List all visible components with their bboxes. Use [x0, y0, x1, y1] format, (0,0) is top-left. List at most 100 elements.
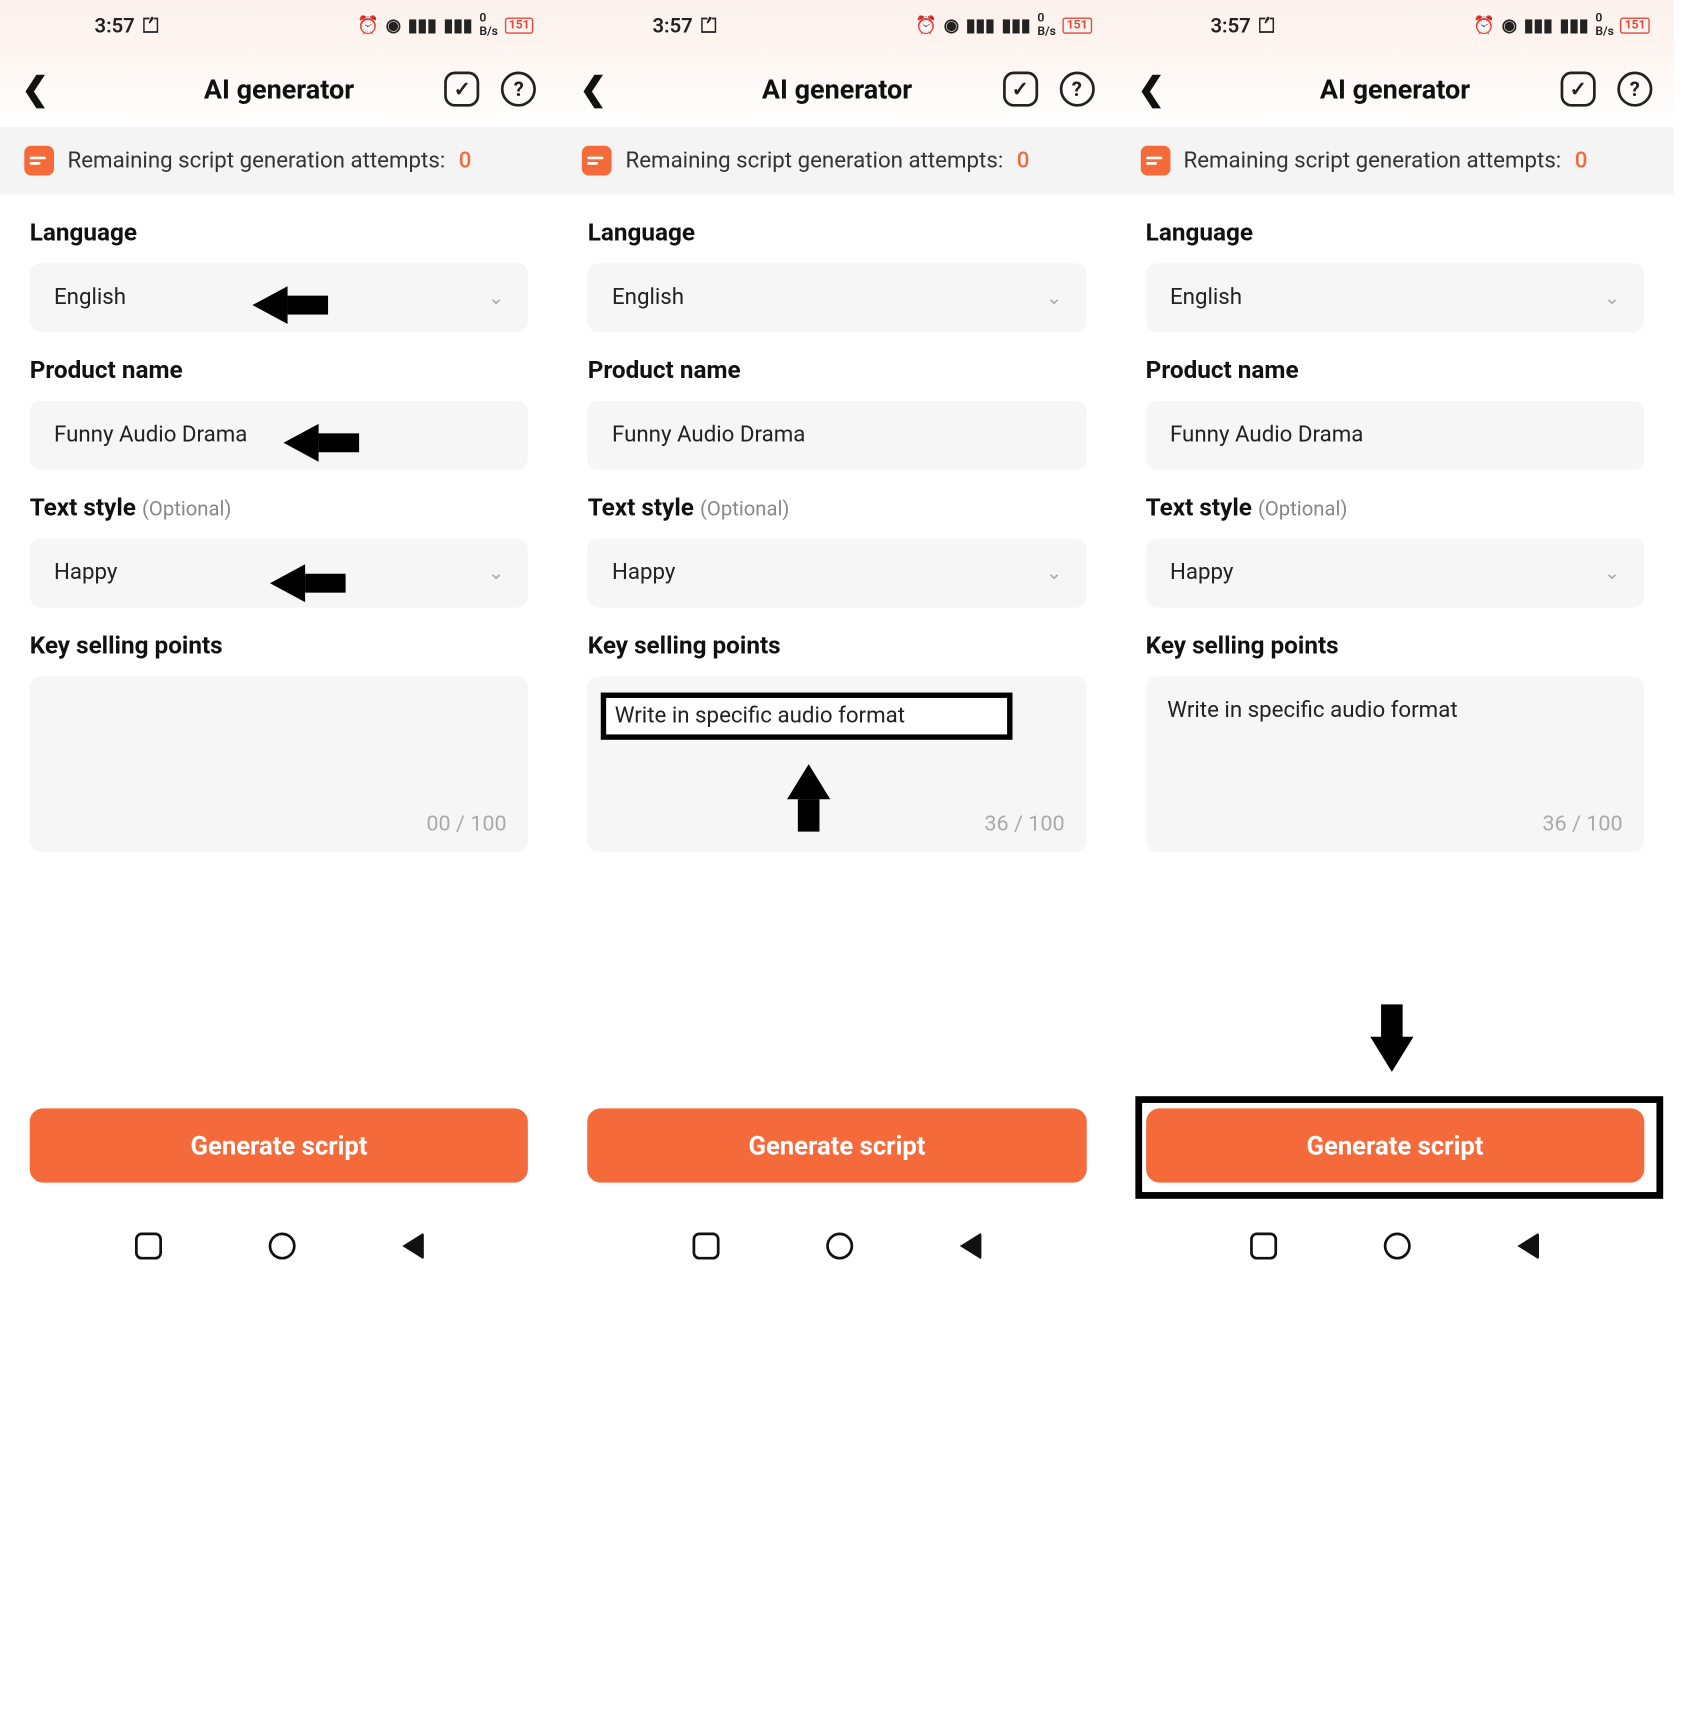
language-label: Language	[30, 219, 529, 247]
signal-icon: ▮▮▮	[966, 16, 995, 36]
style-label: Text style (Optional)	[30, 494, 529, 522]
back-button[interactable]: ❮	[1138, 70, 1165, 108]
language-select[interactable]: English ⌄	[588, 263, 1087, 332]
nav-back-button[interactable]	[1518, 1233, 1540, 1260]
battery-icon: 151	[1063, 18, 1092, 34]
language-label: Language	[588, 219, 1087, 247]
product-input[interactable]: Funny Audio Drama	[30, 401, 529, 470]
product-label: Product name	[30, 356, 529, 384]
generate-button[interactable]: Generate script	[588, 1108, 1087, 1182]
generate-button[interactable]: Generate script	[30, 1108, 529, 1182]
ticket-icon[interactable]: ✓	[445, 72, 480, 107]
system-nav	[1116, 1215, 1674, 1277]
product-value: Funny Audio Drama	[54, 423, 247, 449]
system-nav	[558, 1215, 1116, 1277]
signal2-icon: ▮▮▮	[1002, 16, 1031, 36]
style-value: Happy	[1170, 560, 1233, 586]
status-time: 3:57	[1210, 14, 1250, 38]
ksp-content	[51, 698, 506, 793]
attempts-banner: Remaining script generation attempts: 0	[1116, 127, 1674, 195]
help-icon[interactable]: ?	[1617, 72, 1652, 107]
annotation-arrow-generate	[1370, 1037, 1413, 1072]
screen-3: 3:57⏍ ⏰ ◉ ▮▮▮ ▮▮▮ 0B/s 151 ❮ AI generato…	[1116, 0, 1674, 1277]
ticket-icon[interactable]: ✓	[1003, 72, 1038, 107]
chevron-down-icon: ⌄	[488, 287, 504, 309]
attempts-banner: Remaining script generation attempts: 0	[0, 127, 558, 195]
net-speed: 0B/s	[1595, 12, 1614, 39]
chevron-down-icon: ⌄	[1046, 287, 1062, 309]
ksp-textarea[interactable]: 00 / 100	[30, 676, 529, 852]
chevron-down-icon: ⌄	[1046, 562, 1062, 584]
product-label: Product name	[1146, 356, 1645, 384]
system-nav	[0, 1215, 558, 1277]
recent-apps-button[interactable]	[1250, 1233, 1277, 1260]
ksp-label: Key selling points	[588, 632, 1087, 660]
banner-text: Remaining script generation attempts:	[1183, 148, 1561, 174]
ksp-content: Write in specific audio format	[1167, 698, 1622, 793]
battery-icon: 151	[1621, 18, 1650, 34]
alarm-icon: ⏰	[915, 16, 937, 36]
wifi-icon: ◉	[944, 16, 959, 36]
language-value: English	[1170, 285, 1242, 311]
signal2-icon: ▮▮▮	[444, 16, 473, 36]
product-value: Funny Audio Drama	[1170, 423, 1363, 449]
wifi-icon: ◉	[386, 16, 401, 36]
status-sync-icon: ⏍	[1259, 14, 1274, 38]
ksp-textarea[interactable]: Write in specific audio format 36 / 100	[588, 676, 1087, 852]
status-bar: 3:57⏍ ⏰ ◉ ▮▮▮ ▮▮▮ 0B/s 151	[0, 0, 558, 51]
app-header: ❮ AI generator ✓ ?	[1116, 51, 1674, 127]
style-value: Happy	[54, 560, 117, 586]
annotation-arrow-product	[284, 424, 319, 462]
status-icons: ⏰ ◉ ▮▮▮ ▮▮▮ 0B/s 151	[915, 12, 1091, 39]
ksp-content: Write in specific audio format	[609, 698, 1064, 793]
annotation-arrow-ksp	[787, 764, 830, 799]
product-label: Product name	[588, 356, 1087, 384]
chevron-down-icon: ⌄	[488, 562, 504, 584]
recent-apps-button[interactable]	[692, 1233, 719, 1260]
char-counter: 36 / 100	[1542, 810, 1622, 836]
status-time: 3:57	[95, 14, 135, 38]
language-value: English	[612, 285, 684, 311]
generate-button[interactable]: Generate script	[1146, 1108, 1645, 1182]
nav-back-button[interactable]	[960, 1233, 982, 1260]
ksp-label: Key selling points	[1146, 632, 1645, 660]
language-select[interactable]: English ⌄	[1146, 263, 1645, 332]
script-icon	[24, 146, 54, 176]
back-button[interactable]: ❮	[580, 70, 607, 108]
ksp-textarea[interactable]: Write in specific audio format 36 / 100	[1146, 676, 1645, 852]
attempts-count: 0	[1017, 148, 1030, 174]
status-icons: ⏰ ◉ ▮▮▮ ▮▮▮ 0B/s 151	[357, 12, 533, 39]
status-sync-icon: ⏍	[701, 14, 716, 38]
ksp-highlight: Write in specific audio format	[601, 693, 1013, 740]
app-header: ❮ AI generator ✓ ?	[0, 51, 558, 127]
annotation-arrow-style	[270, 564, 305, 602]
status-bar: 3:57⏍ ⏰ ◉ ▮▮▮ ▮▮▮ 0B/s 151	[558, 0, 1116, 51]
script-icon	[1140, 146, 1170, 176]
char-counter: 36 / 100	[984, 810, 1064, 836]
signal-icon: ▮▮▮	[408, 16, 437, 36]
alarm-icon: ⏰	[357, 16, 379, 36]
recent-apps-button[interactable]	[134, 1233, 161, 1260]
char-counter: 00 / 100	[426, 810, 506, 836]
annotation-arrow-language	[252, 286, 287, 324]
banner-text: Remaining script generation attempts:	[625, 148, 1003, 174]
back-button[interactable]: ❮	[22, 70, 49, 108]
home-button[interactable]	[1384, 1233, 1411, 1260]
ticket-icon[interactable]: ✓	[1561, 72, 1596, 107]
style-select[interactable]: Happy ⌄	[1146, 539, 1645, 608]
product-input[interactable]: Funny Audio Drama	[1146, 401, 1645, 470]
help-icon[interactable]: ?	[1059, 72, 1094, 107]
home-button[interactable]	[268, 1233, 295, 1260]
screen-1: 3:57⏍ ⏰ ◉ ▮▮▮ ▮▮▮ 0B/s 151 ❮ AI generato…	[0, 0, 558, 1277]
product-value: Funny Audio Drama	[612, 423, 805, 449]
home-button[interactable]	[826, 1233, 853, 1260]
page-title: AI generator	[1320, 73, 1470, 105]
product-input[interactable]: Funny Audio Drama	[588, 401, 1087, 470]
help-icon[interactable]: ?	[501, 72, 536, 107]
chevron-down-icon: ⌄	[1604, 562, 1620, 584]
nav-back-button[interactable]	[402, 1233, 424, 1260]
battery-icon: 151	[505, 18, 534, 34]
page-title: AI generator	[204, 73, 354, 105]
style-select[interactable]: Happy ⌄	[588, 539, 1087, 608]
status-bar: 3:57⏍ ⏰ ◉ ▮▮▮ ▮▮▮ 0B/s 151	[1116, 0, 1674, 51]
